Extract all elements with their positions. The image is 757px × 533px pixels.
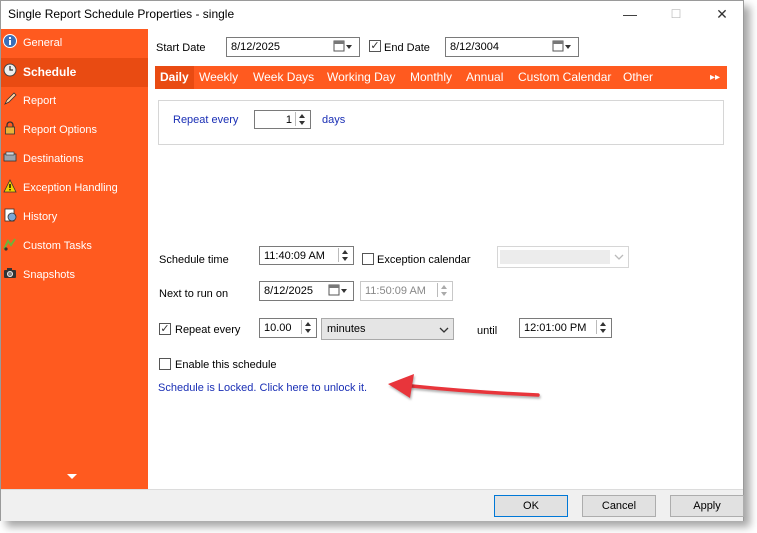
- annotation-arrow-icon: [388, 374, 540, 398]
